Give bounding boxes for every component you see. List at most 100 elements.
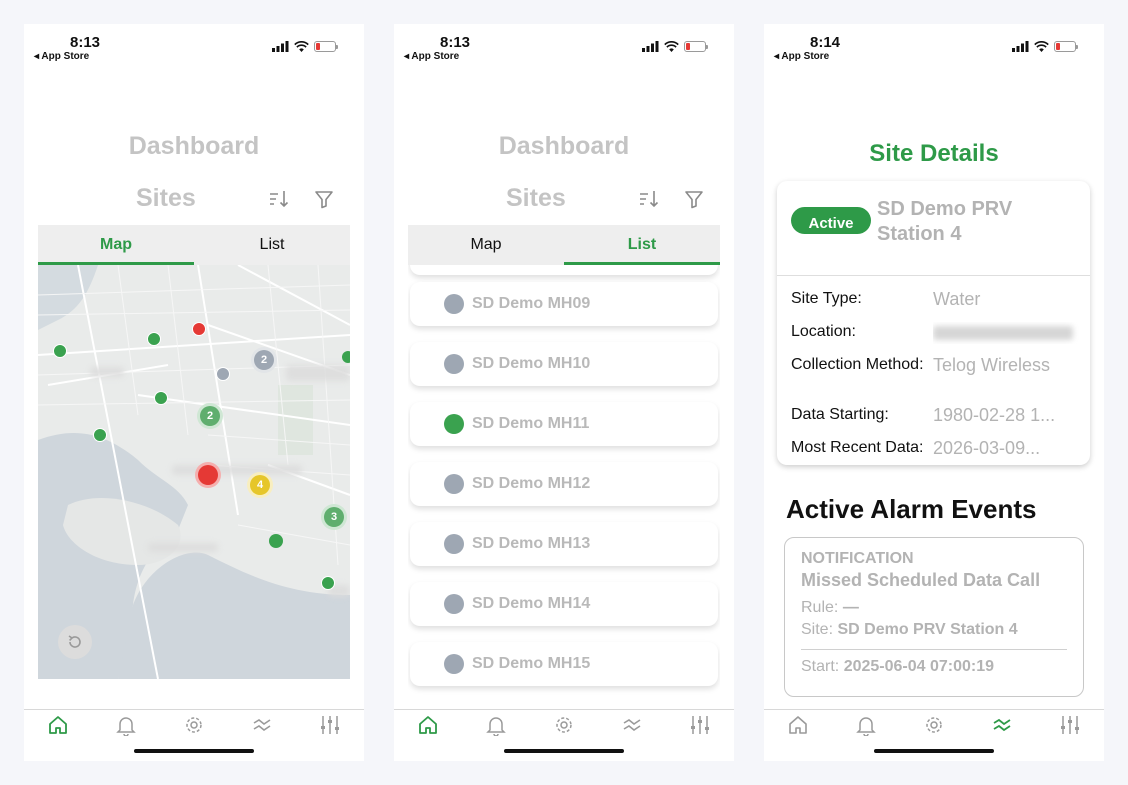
detail-row-data-starting: Data Starting: 1980-02-28 1... [791,405,1087,425]
detail-label: Data Starting: [791,406,889,423]
detail-label: Most Recent Data: [791,439,924,456]
site-marker[interactable] [342,351,350,363]
status-dot [444,414,464,434]
map-label-blurred [286,365,350,381]
tab-map[interactable]: Map [38,225,194,265]
trend-icon[interactable] [621,714,643,736]
divider [801,649,1067,650]
cluster-marker[interactable]: 2 [251,347,277,373]
detail-label: Site Type: [791,290,862,307]
home-indicator [874,749,994,753]
bell-icon[interactable] [115,714,137,736]
cellular-signal-icon [642,41,659,52]
list-item[interactable]: SD Demo MH12 [410,462,718,506]
cellular-signal-icon [1012,41,1029,52]
back-to-app-store[interactable]: ◂ App Store [404,51,459,62]
site-marker[interactable] [147,332,161,346]
site-marker[interactable] [93,428,107,442]
sliders-icon[interactable] [689,714,711,736]
status-dot [444,654,464,674]
alarm-section-title: Active Alarm Events [786,494,1037,524]
alarm-description: Missed Scheduled Data Call [801,570,1041,590]
site-marker[interactable] [216,367,230,381]
trend-icon[interactable] [991,714,1013,736]
map-label-blurred [90,367,124,377]
list-item[interactable]: SD Demo MH10 [410,342,718,386]
back-to-app-store[interactable]: ◂ App Store [34,51,89,62]
status-indicators [642,41,708,52]
detail-label: Collection Method: [791,356,924,373]
alarm-site: Site: SD Demo PRV Station 4 [801,621,1018,638]
site-marker[interactable] [192,322,206,336]
site-marker[interactable] [154,391,168,405]
status-time: 8:13 [440,34,471,51]
alarm-event-card[interactable]: NOTIFICATION Missed Scheduled Data Call … [784,537,1084,697]
status-indicators [1012,41,1078,52]
site-name: SD Demo MH09 [472,295,591,312]
detail-label: Location: [791,323,856,340]
tab-map[interactable]: Map [408,225,564,265]
site-marker[interactable] [53,344,67,358]
section-title: Sites [506,184,566,212]
status-dot [444,474,464,494]
sites-map[interactable]: 2 2 4 3 [38,265,350,679]
site-marker[interactable] [269,534,283,548]
list-item[interactable]: SD Demo MH14 [410,582,718,626]
back-to-app-store[interactable]: ◂ App Store [774,51,829,62]
list-item[interactable]: SD Demo MH11 [410,402,718,446]
site-name: SD Demo MH13 [472,535,591,552]
site-name: SD Demo MH10 [472,355,591,372]
status-time: 8:14 [810,34,841,51]
cellular-signal-icon [272,41,289,52]
sort-icon[interactable] [638,188,660,210]
filter-icon[interactable] [684,188,704,210]
site-name: SD Demo PRV Station 4 [877,198,1013,245]
tab-list[interactable]: List [194,225,350,265]
list-item[interactable]: SD Demo MH15 [410,642,718,686]
alarm-start: Start: 2025-06-04 07:00:19 [801,658,995,675]
sort-icon[interactable] [268,188,290,210]
sliders-icon[interactable] [319,714,341,736]
cluster-marker[interactable]: 2 [197,403,223,429]
bell-icon[interactable] [485,714,507,736]
home-icon[interactable] [417,714,439,736]
page-title: Site Details [869,140,999,167]
wifi-icon [1034,41,1049,52]
detail-row-location: Location: [791,322,1087,344]
gear-icon[interactable] [183,714,205,736]
tab-list[interactable]: List [564,225,720,265]
cluster-marker[interactable]: 4 [247,472,273,498]
status-dot [444,594,464,614]
battery-icon [1054,41,1078,52]
wifi-icon [664,41,679,52]
bottom-nav [24,709,364,761]
home-indicator [134,749,254,753]
cluster-marker[interactable]: 3 [321,504,347,530]
status-dot [444,354,464,374]
home-indicator [504,749,624,753]
detail-row-most-recent: Most Recent Data: 2026-03-09... [791,438,1087,458]
battery-icon [684,41,708,52]
page-title: Dashboard [498,132,630,160]
bell-icon[interactable] [855,714,877,736]
sites-list[interactable]: SD Demo MH09 SD Demo MH10 SD Demo MH11 S… [408,265,720,705]
gear-icon[interactable] [553,714,575,736]
filter-icon[interactable] [314,188,334,210]
alarm-type: NOTIFICATION [801,550,914,567]
redacted-location [933,326,1073,340]
site-name: SD Demo MH11 [472,415,590,432]
sliders-icon[interactable] [1059,714,1081,736]
list-item[interactable]: SD Demo MH13 [410,522,718,566]
gear-icon[interactable] [923,714,945,736]
page-title: Dashboard [128,132,260,160]
trend-icon[interactable] [251,714,273,736]
list-item-partial [410,265,718,275]
wifi-icon [294,41,309,52]
list-item[interactable]: SD Demo MH09 [410,282,718,326]
home-icon[interactable] [47,714,69,736]
cluster-marker-alarm[interactable] [195,462,221,488]
home-icon[interactable] [787,714,809,736]
status-dot [444,294,464,314]
recenter-map-button[interactable] [58,625,92,659]
site-marker[interactable] [321,576,335,590]
